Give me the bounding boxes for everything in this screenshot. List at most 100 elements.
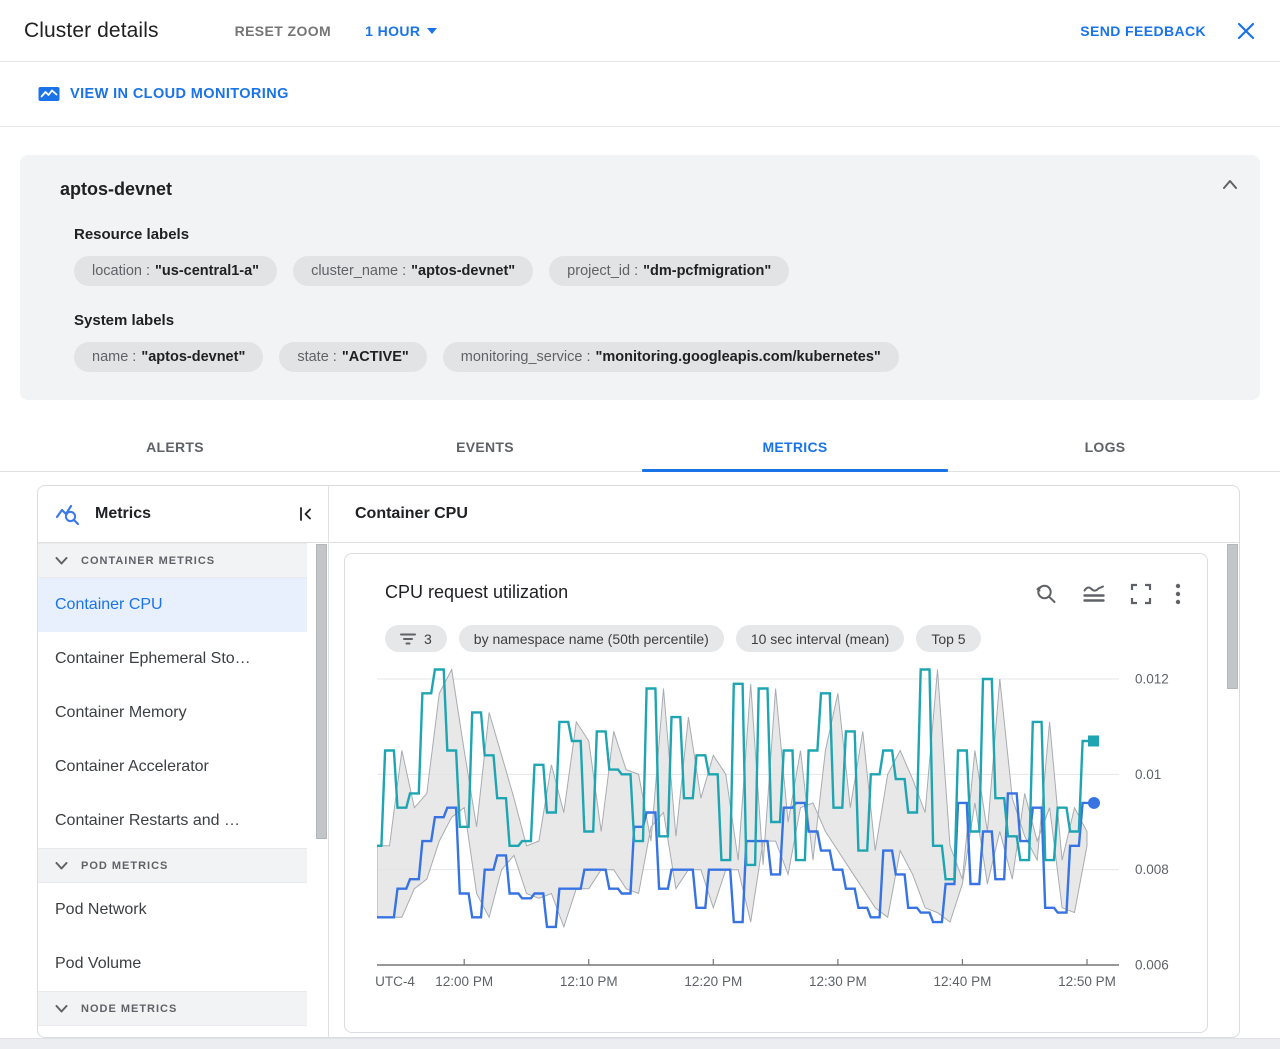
sidebar-item-pod-volume[interactable]: Pod Volume [38, 937, 307, 991]
chart-options-icon [1083, 585, 1105, 602]
resource-label-chip[interactable]: location : "us-central1-a" [74, 256, 278, 286]
sidebar-scrollbar-thumb[interactable] [316, 544, 327, 839]
close-button[interactable] [1236, 21, 1256, 41]
fullscreen-button[interactable] [1130, 583, 1152, 605]
sidebar-item-container-memory[interactable]: Container Memory [38, 686, 307, 740]
label-value: "dm-pcfmigration" [643, 263, 772, 279]
metric-main-area: Container CPU CPU request utilization 3 b… [329, 486, 1239, 1037]
section-header-label: POD METRICS [81, 859, 169, 872]
chart-chip-1[interactable]: by namespace name (50th percentile) [458, 625, 724, 652]
svg-text:0.008: 0.008 [1135, 862, 1169, 877]
collapse-left-icon [300, 507, 311, 521]
label-value: "monitoring.googleapis.com/kubernetes" [595, 349, 881, 365]
cpu-utilization-chart: 12:00 PM 12:10 PM 12:20 PM 12:30 PM 12:40 PM… [375, 667, 1169, 989]
tab-metrics[interactable]: METRICS [640, 424, 950, 472]
bottom-strip [0, 1038, 1280, 1049]
resource-labels-list: location : "us-central1-a" cluster_name : "… [74, 256, 1240, 286]
svg-text:0.012: 0.012 [1135, 672, 1169, 687]
main-scrollbar-thumb[interactable] [1227, 544, 1238, 689]
collapse-sidebar-button[interactable] [298, 506, 314, 522]
svg-text:0.006: 0.006 [1135, 958, 1169, 973]
section-header-pod-metrics[interactable]: POD METRICS [38, 848, 307, 883]
svg-text:12:00 PM: 12:00 PM [435, 974, 493, 989]
chart-toolbar [1034, 582, 1181, 606]
tab-alerts[interactable]: ALERTS [20, 424, 330, 471]
label-key: location : [92, 263, 151, 279]
system-label-chip[interactable]: state : "ACTIVE" [279, 342, 427, 372]
chevron-up-icon [1223, 180, 1237, 189]
top-bar: Cluster details RESET ZOOM 1 HOUR SEND F… [0, 0, 1280, 62]
monitoring-bar: VIEW IN CLOUD MONITORING [0, 62, 1280, 127]
cluster-details-panel: Cluster details RESET ZOOM 1 HOUR SEND F… [0, 0, 1280, 1049]
collapse-card-button[interactable] [1222, 179, 1238, 189]
chart-chip-0[interactable]: 3 [385, 625, 447, 652]
svg-text:12:30 PM: 12:30 PM [809, 974, 867, 989]
label-key: project_id : [567, 263, 639, 279]
time-range-dropdown[interactable]: 1 HOUR [365, 22, 438, 39]
main-scrollbar[interactable] [1226, 544, 1239, 1036]
zoom-reset-button[interactable] [1034, 582, 1058, 606]
svg-text:UTC-4: UTC-4 [375, 974, 415, 989]
chevron-down-icon [427, 27, 438, 34]
time-range-value: 1 HOUR [365, 22, 421, 39]
label-value: "ACTIVE" [341, 349, 409, 365]
chevron-down-icon [55, 1004, 68, 1012]
chart-options-button[interactable] [1081, 582, 1107, 606]
chart-area[interactable]: 12:00 PM 12:10 PM 12:20 PM 12:30 PM 12:40 PM… [345, 666, 1207, 1032]
sidebar-item-container-restarts-and[interactable]: Container Restarts and … [38, 794, 307, 848]
chevron-down-icon [55, 861, 68, 869]
send-feedback-button[interactable]: SEND FEEDBACK [1080, 23, 1206, 39]
tab-bar-wrap: ALERTS EVENTS METRICS LOGS [0, 424, 1280, 472]
chevron-down-icon [55, 556, 68, 564]
chart-chip-label: 3 [424, 630, 432, 647]
system-label-chip[interactable]: monitoring_service : "monitoring.googleap… [442, 342, 899, 372]
chart-card: CPU request utilization 3 by namespace na… [344, 553, 1208, 1033]
system-label-chip[interactable]: name : "aptos-devnet" [74, 342, 264, 372]
system-labels-heading: System labels [74, 312, 175, 329]
svg-text:12:50 PM: 12:50 PM [1058, 974, 1116, 989]
label-key: cluster_name : [311, 263, 407, 279]
svg-text:12:10 PM: 12:10 PM [560, 974, 618, 989]
more-options-button[interactable] [1175, 583, 1181, 605]
selected-metric-title: Container CPU [329, 486, 1239, 543]
svg-text:12:20 PM: 12:20 PM [684, 974, 742, 989]
svg-text:12:40 PM: 12:40 PM [934, 974, 992, 989]
tab-events[interactable]: EVENTS [330, 424, 640, 471]
chart-chip-3[interactable]: Top 5 [916, 625, 981, 652]
sidebar-item-container-cpu[interactable]: Container CPU [38, 578, 307, 632]
reset-zoom-button[interactable]: RESET ZOOM [235, 23, 332, 39]
label-value: "aptos-devnet" [411, 263, 516, 279]
svg-text:0.01: 0.01 [1135, 767, 1161, 782]
page-title: Cluster details [24, 18, 159, 42]
sidebar-item-pod-network[interactable]: Pod Network [38, 883, 307, 937]
resource-labels-heading: Resource labels [74, 226, 190, 243]
chart-chip-2[interactable]: 10 sec interval (mean) [735, 625, 905, 652]
sidebar-item-container-ephemeral-sto[interactable]: Container Ephemeral Sto… [38, 632, 307, 686]
chart-chip-label: Top 5 [931, 630, 966, 647]
metrics-sidebar: Metrics CONTAINER METRICS Container CPU Co… [38, 486, 329, 1037]
fullscreen-icon [1130, 583, 1152, 605]
metrics-content-panel: Metrics CONTAINER METRICS Container CPU Co… [37, 485, 1240, 1038]
resource-label-chip[interactable]: project_id : "dm-pcfmigration" [549, 256, 790, 286]
chart-card-header: CPU request utilization [345, 554, 1207, 606]
label-value: "us-central1-a" [155, 263, 260, 279]
filter-icon [400, 632, 416, 646]
sidebar-header: Metrics [38, 486, 328, 543]
sidebar-scrollbar[interactable] [315, 544, 328, 1036]
sidebar-metric-list: CONTAINER METRICS Container CPU Container … [38, 543, 307, 1037]
resource-label-chip[interactable]: cluster_name : "aptos-devnet" [293, 256, 534, 286]
monitoring-link-label: VIEW IN CLOUD MONITORING [70, 86, 289, 102]
tab-logs[interactable]: LOGS [950, 424, 1260, 471]
view-in-cloud-monitoring-link[interactable]: VIEW IN CLOUD MONITORING [38, 85, 289, 103]
cluster-info-card: aptos-devnet Resource labels location : "… [20, 155, 1260, 400]
zoom-reset-icon [1036, 584, 1056, 603]
sidebar-item-container-accelerator[interactable]: Container Accelerator [38, 740, 307, 794]
label-key: monitoring_service : [460, 349, 591, 365]
tab-bar: ALERTS EVENTS METRICS LOGS [20, 424, 1260, 472]
cluster-name: aptos-devnet [60, 179, 173, 199]
sidebar-title: Metrics [95, 505, 152, 522]
section-header-node-metrics[interactable]: NODE METRICS [38, 991, 307, 1026]
section-header-container-metrics[interactable]: CONTAINER METRICS [38, 543, 307, 578]
chart-title: CPU request utilization [385, 582, 569, 602]
more-options-icon [1175, 583, 1181, 605]
